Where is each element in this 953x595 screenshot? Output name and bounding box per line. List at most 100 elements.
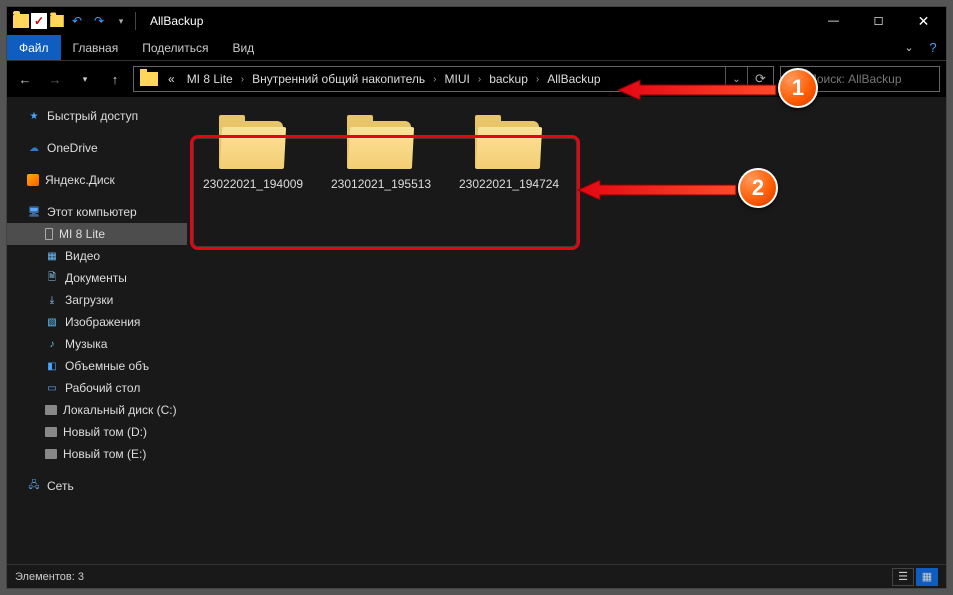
sidebar-item-label: Сеть — [47, 479, 74, 493]
view-icons-button[interactable]: ▦ — [916, 568, 938, 586]
yandex-disk-icon — [27, 174, 39, 186]
titlebar: ✓ ↶ ↷ ▾ AllBackup — ☐ ✕ — [7, 7, 946, 35]
sidebar-network[interactable]: 🖧 Сеть — [7, 475, 187, 497]
qat-newfolder-icon[interactable] — [50, 15, 64, 27]
sidebar-item-label: Новый том (D:) — [63, 425, 147, 439]
folder-item[interactable]: 23012021_195513 — [331, 113, 431, 191]
breadcrumb-item[interactable]: backup — [483, 67, 534, 91]
folder-icon — [217, 113, 289, 169]
sidebar-item-label: Этот компьютер — [47, 205, 137, 219]
sidebar-item-label: Рабочий стол — [65, 381, 140, 395]
folder-icon — [345, 113, 417, 169]
download-icon: ⤓ — [45, 293, 59, 307]
qat-properties-icon[interactable]: ✓ — [31, 13, 47, 29]
minimize-button[interactable]: — — [811, 7, 856, 35]
sidebar-item-label: Объемные объ — [65, 359, 149, 373]
quick-access-toolbar: ✓ ↶ ↷ ▾ — [7, 11, 138, 31]
refresh-icon[interactable]: ⟳ — [747, 67, 773, 91]
tab-home[interactable]: Главная — [61, 35, 131, 60]
folder-item[interactable]: 23022021_194724 — [459, 113, 559, 191]
folder-name: 23022021_194724 — [459, 177, 559, 191]
folder-name: 23022021_194009 — [203, 177, 303, 191]
status-bar: Элементов: 3 ☰ ▦ — [7, 564, 946, 588]
sidebar-item-label: Яндекс.Диск — [45, 173, 115, 187]
breadcrumb-item[interactable]: AllBackup — [541, 67, 606, 91]
ribbon-tabs: Файл Главная Поделиться Вид ⌄ ? — [7, 35, 946, 61]
ribbon-expand-icon[interactable]: ⌄ — [898, 35, 920, 60]
sidebar-item-label: Загрузки — [65, 293, 113, 307]
video-icon: ▦ — [45, 249, 59, 263]
network-icon: 🖧 — [27, 479, 41, 493]
sidebar-item-label: Быстрый доступ — [47, 109, 138, 123]
sidebar-yandex-disk[interactable]: Яндекс.Диск — [7, 169, 187, 191]
window-title: AllBackup — [150, 14, 203, 28]
sidebar-3d-objects[interactable]: ◧ Объемные объ — [7, 355, 187, 377]
sidebar-item-label: OneDrive — [47, 141, 98, 155]
search-icon: 🔍︎ — [787, 72, 802, 86]
view-details-button[interactable]: ☰ — [892, 568, 914, 586]
monitor-icon: 🖥 — [27, 205, 41, 219]
sidebar-images[interactable]: ▧ Изображения — [7, 311, 187, 333]
sidebar-documents[interactable]: 🗎Документы — [7, 267, 187, 289]
phone-icon — [45, 228, 53, 240]
chevron-right-icon[interactable]: › — [476, 74, 483, 85]
tab-view[interactable]: Вид — [220, 35, 266, 60]
sidebar-mi8lite[interactable]: MI 8 Lite — [7, 223, 187, 245]
status-item-count: Элементов: 3 — [15, 571, 84, 583]
chevron-right-icon[interactable]: › — [239, 74, 246, 85]
address-dropdown-icon[interactable]: ⌄ — [725, 67, 747, 91]
folder-item[interactable]: 23022021_194009 — [203, 113, 303, 191]
explorer-body: ★ Быстрый доступ ☁OneDrive Яндекс.Диск 🖥 Э… — [7, 97, 946, 564]
explorer-window: ✓ ↶ ↷ ▾ AllBackup — ☐ ✕ Файл Главная Под… — [6, 6, 947, 589]
nav-recent-dropdown[interactable]: ▾ — [73, 67, 97, 91]
breadcrumb-item[interactable]: MI 8 Lite — [181, 67, 239, 91]
breadcrumb-prefix[interactable]: « — [162, 67, 181, 91]
sidebar-onedrive[interactable]: ☁OneDrive — [7, 137, 187, 159]
sidebar-item-label: Изображения — [65, 315, 140, 329]
image-icon: ▧ — [45, 315, 59, 329]
star-icon: ★ — [27, 109, 41, 123]
view-switcher: ☰ ▦ — [892, 568, 938, 586]
help-icon[interactable]: ? — [920, 35, 946, 60]
navigation-row: ← → ▾ ↑ « MI 8 Lite › Внутренний общий н… — [7, 61, 946, 97]
disk-icon — [45, 427, 57, 437]
sidebar-desktop[interactable]: ▭Рабочий стол — [7, 377, 187, 399]
sidebar-quick-access[interactable]: ★ Быстрый доступ — [7, 105, 187, 127]
navigation-pane[interactable]: ★ Быстрый доступ ☁OneDrive Яндекс.Диск 🖥 Э… — [7, 97, 187, 564]
breadcrumb-item[interactable]: MIUI — [439, 67, 476, 91]
disk-icon — [45, 449, 57, 459]
sidebar-item-label: Новый том (E:) — [63, 447, 146, 461]
search-box[interactable]: 🔍︎ — [780, 66, 940, 92]
nav-up-button[interactable]: ↑ — [103, 67, 127, 91]
sidebar-this-pc[interactable]: 🖥 Этот компьютер — [7, 201, 187, 223]
nav-back-button[interactable]: ← — [13, 67, 37, 91]
disk-icon — [45, 405, 57, 415]
content-pane[interactable]: 23022021_194009 23012021_195513 23022021… — [187, 97, 946, 564]
cube-icon: ◧ — [45, 359, 59, 373]
sidebar-videos[interactable]: ▦Видео — [7, 245, 187, 267]
qat-dropdown-icon[interactable]: ▾ — [111, 11, 131, 31]
undo-icon[interactable]: ↶ — [67, 11, 87, 31]
sidebar-disk-d[interactable]: Новый том (D:) — [7, 421, 187, 443]
redo-icon[interactable]: ↷ — [89, 11, 109, 31]
folder-grid: 23022021_194009 23012021_195513 23022021… — [203, 113, 930, 191]
breadcrumb-item[interactable]: Внутренний общий накопитель — [246, 67, 431, 91]
tab-file[interactable]: Файл — [7, 35, 61, 60]
window-controls: — ☐ ✕ — [811, 7, 946, 35]
app-icon — [13, 14, 29, 28]
chevron-right-icon[interactable]: › — [534, 74, 541, 85]
sidebar-disk-e[interactable]: Новый том (E:) — [7, 443, 187, 465]
chevron-right-icon[interactable]: › — [431, 74, 438, 85]
sidebar-disk-c[interactable]: Локальный диск (C:) — [7, 399, 187, 421]
folder-icon — [140, 72, 158, 86]
sidebar-downloads[interactable]: ⤓ Загрузки — [7, 289, 187, 311]
maximize-button[interactable]: ☐ — [856, 7, 901, 35]
music-icon: ♪ — [45, 337, 59, 351]
close-button[interactable]: ✕ — [901, 7, 946, 35]
search-input[interactable] — [808, 72, 953, 86]
tab-share[interactable]: Поделиться — [130, 35, 220, 60]
address-bar[interactable]: « MI 8 Lite › Внутренний общий накопител… — [133, 66, 774, 92]
sidebar-item-label: MI 8 Lite — [59, 227, 105, 241]
sidebar-music[interactable]: ♪Музыка — [7, 333, 187, 355]
nav-forward-button[interactable]: → — [43, 67, 67, 91]
